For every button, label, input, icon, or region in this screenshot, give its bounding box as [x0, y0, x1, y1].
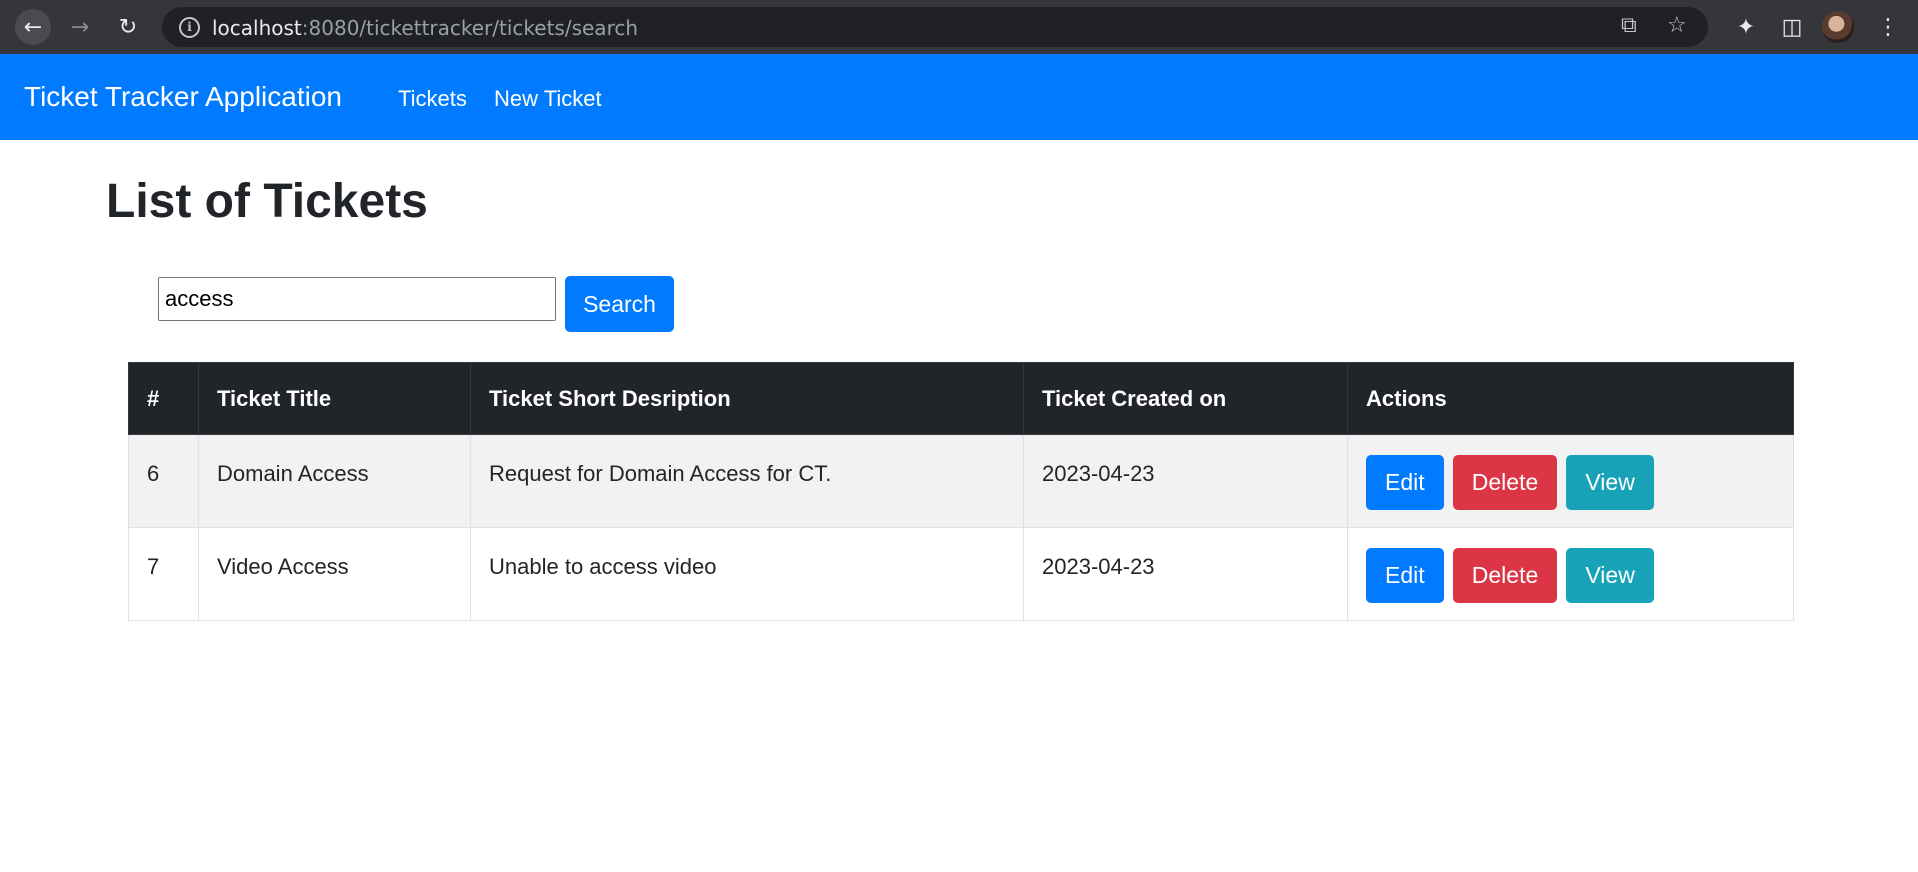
extensions-icon[interactable]: ✦ — [1728, 9, 1764, 45]
column-header-title: Ticket Title — [198, 362, 471, 435]
info-icon[interactable]: i — [179, 17, 200, 38]
ticket-title: Video Access — [198, 527, 471, 621]
table-row: 7 Video Access Unable to access video 20… — [128, 527, 1794, 621]
ticket-created-date: 2023-04-23 — [1023, 527, 1348, 621]
delete-button[interactable]: Delete — [1452, 455, 1558, 510]
address-bar[interactable]: i localhost:8080/tickettracker/tickets/s… — [162, 7, 1708, 47]
ticket-description: Request for Domain Access for CT. — [470, 434, 1024, 528]
forward-arrow-icon[interactable]: → — [62, 9, 98, 45]
view-button[interactable]: View — [1566, 455, 1654, 510]
page-title: List of Tickets — [106, 175, 428, 228]
ticket-actions: Edit Delete View — [1347, 527, 1794, 621]
reload-icon[interactable]: ↻ — [110, 9, 146, 45]
view-button[interactable]: View — [1566, 548, 1654, 603]
profile-avatar[interactable] — [1822, 11, 1854, 43]
ticket-id: 6 — [128, 434, 199, 528]
share-icon[interactable]: ⧉ — [1621, 13, 1637, 38]
table-row: 6 Domain Access Request for Domain Acces… — [128, 434, 1794, 528]
tickets-table: # Ticket Title Ticket Short Desription T… — [128, 362, 1794, 621]
column-header-id: # — [128, 362, 199, 435]
nav-link-tickets[interactable]: Tickets — [398, 86, 467, 112]
url-path: :8080/tickettracker/tickets/search — [301, 16, 639, 40]
column-header-created: Ticket Created on — [1023, 362, 1348, 435]
edit-button[interactable]: Edit — [1366, 548, 1444, 603]
star-icon[interactable]: ☆ — [1667, 13, 1687, 38]
ticket-title: Domain Access — [198, 434, 471, 528]
search-input[interactable] — [158, 277, 556, 321]
back-arrow-icon[interactable]: ← — [15, 9, 51, 45]
delete-button[interactable]: Delete — [1452, 548, 1558, 603]
url-text[interactable]: localhost:8080/tickettracker/tickets/sea… — [212, 16, 638, 40]
navbar: Ticket Tracker Application Tickets New T… — [0, 54, 1918, 140]
menu-icon[interactable]: ⋮ — [1870, 9, 1906, 45]
nav-link-new-ticket[interactable]: New Ticket — [494, 86, 602, 112]
column-header-actions: Actions — [1347, 362, 1794, 435]
search-button[interactable]: Search — [565, 276, 674, 332]
ticket-created-date: 2023-04-23 — [1023, 434, 1348, 528]
ticket-id: 7 — [128, 527, 199, 621]
edit-button[interactable]: Edit — [1366, 455, 1444, 510]
ticket-actions: Edit Delete View — [1347, 434, 1794, 528]
ticket-description: Unable to access video — [470, 527, 1024, 621]
column-header-description: Ticket Short Desription — [470, 362, 1024, 435]
side-panel-icon[interactable]: ◫ — [1774, 9, 1810, 45]
table-header-row: # Ticket Title Ticket Short Desription T… — [128, 362, 1794, 435]
url-host: localhost — [212, 16, 302, 40]
navbar-brand[interactable]: Ticket Tracker Application — [24, 81, 342, 113]
browser-toolbar: ← → ↻ i localhost:8080/tickettracker/tic… — [0, 0, 1918, 54]
